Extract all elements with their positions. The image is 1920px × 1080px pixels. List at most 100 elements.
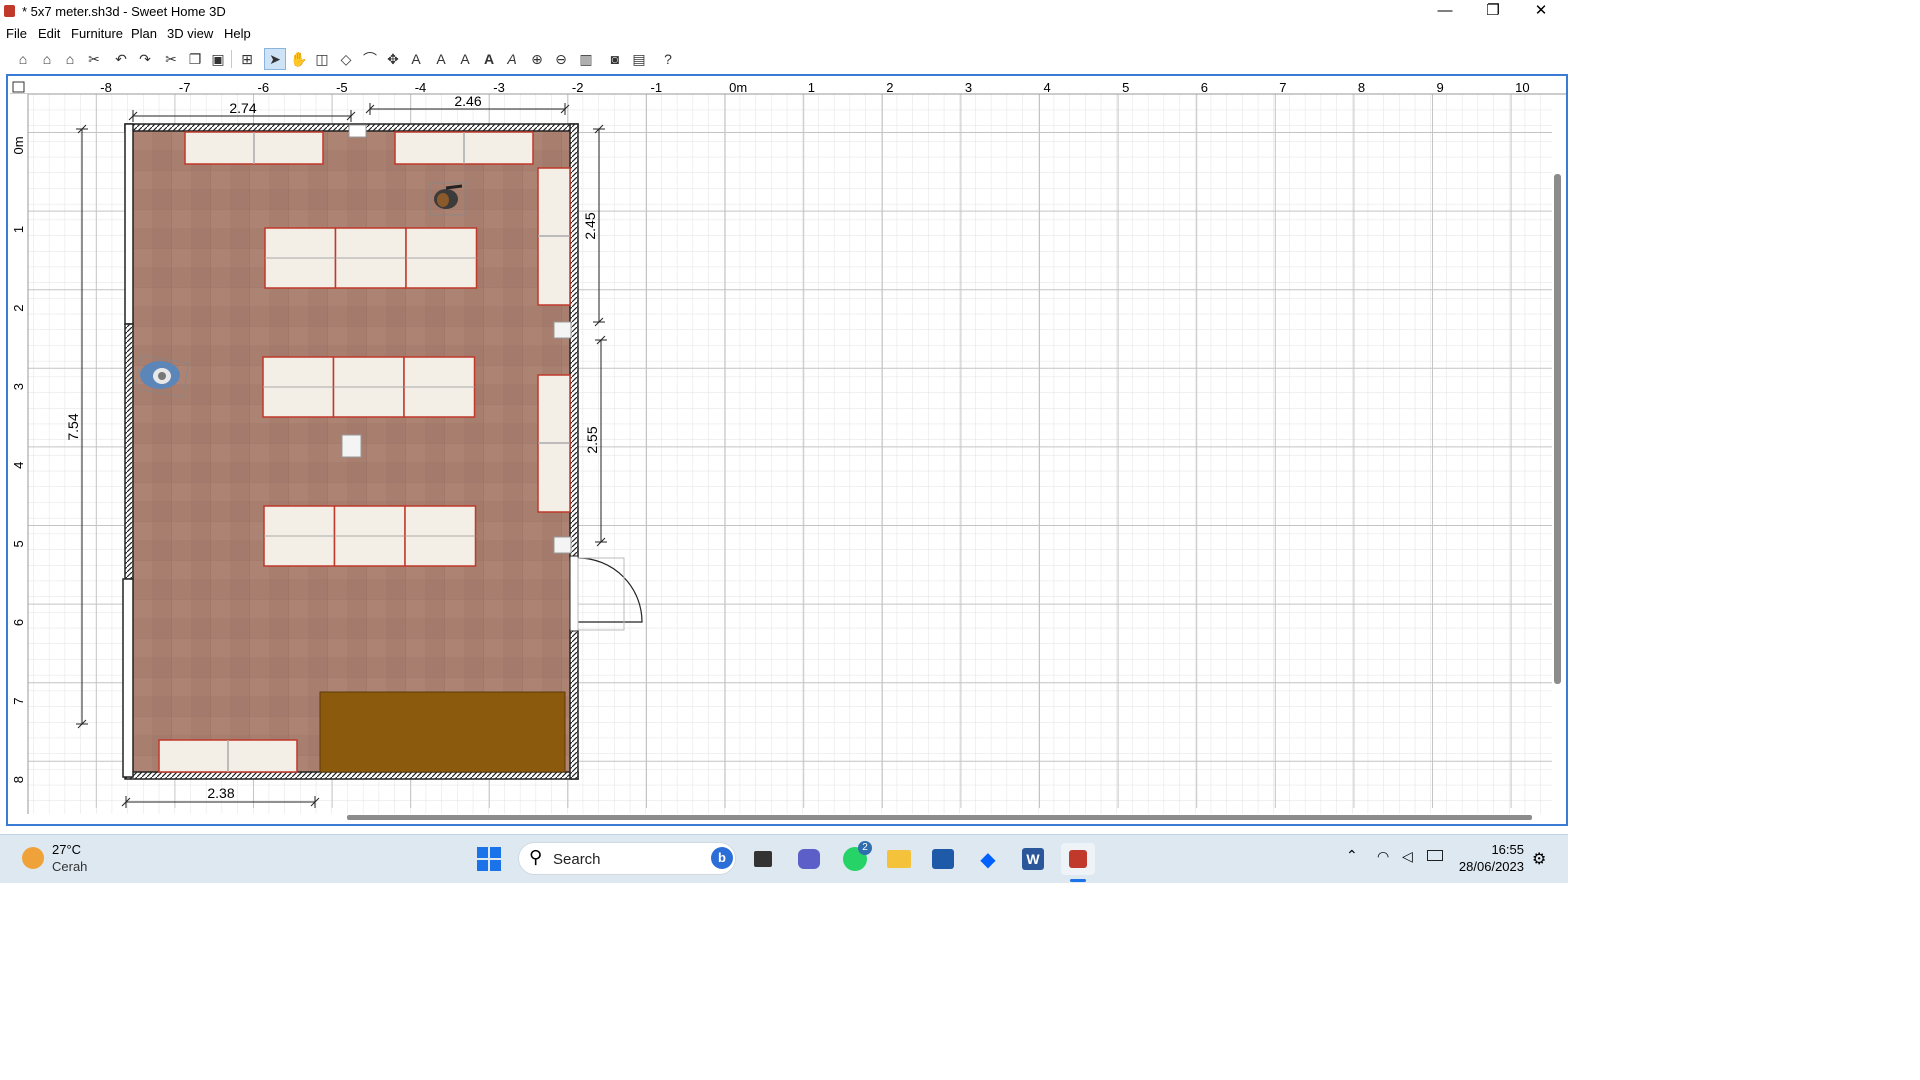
- ruler-y-label: 2: [11, 304, 26, 311]
- undo-icon[interactable]: ↶: [110, 48, 132, 70]
- maximize-button[interactable]: ❐: [1470, 0, 1516, 23]
- cut-icon[interactable]: ✂: [160, 48, 182, 70]
- create-polylines-icon[interactable]: ⌒: [359, 48, 381, 70]
- select-mode-icon[interactable]: ➤: [264, 48, 286, 70]
- pan-mode-icon[interactable]: ✋: [288, 48, 310, 70]
- bold-text-icon[interactable]: A: [478, 48, 500, 70]
- door-frame[interactable]: [569, 555, 579, 632]
- notification-icon[interactable]: ⚙: [1532, 849, 1546, 869]
- menu-edit[interactable]: Edit: [38, 26, 60, 41]
- small-box[interactable]: [553, 536, 572, 554]
- search-icon: ⚲: [529, 847, 543, 867]
- ruler-y-label: 7: [11, 697, 26, 704]
- ruler-x-label: 4: [1044, 80, 1051, 95]
- horizontal-ruler: [10, 78, 1566, 94]
- menu-plan[interactable]: Plan: [131, 26, 157, 41]
- volume-icon[interactable]: ◁: [1402, 848, 1413, 865]
- window-top[interactable]: [348, 124, 367, 138]
- ruler-y-label: 0m: [11, 136, 26, 154]
- ruler-y-label: 1: [11, 226, 26, 233]
- zoom-in-icon[interactable]: ⊕: [526, 48, 548, 70]
- cut-furniture-icon[interactable]: ✂: [83, 48, 105, 70]
- create-3d-view-icon[interactable]: ▥: [575, 48, 597, 70]
- dim-top-left: 2.74: [229, 100, 256, 116]
- create-labels-icon[interactable]: A: [405, 48, 427, 70]
- ruler-x-label: 2: [886, 80, 893, 95]
- decrease-text-icon[interactable]: A: [454, 48, 476, 70]
- start-icon[interactable]: [472, 843, 506, 875]
- cabinet[interactable]: [319, 691, 566, 773]
- taskbar: 27°C Cerah ⚲ Search b 2 ◆ W ⌃ ◠ ◁ 16:55 …: [0, 834, 1568, 883]
- ruler-x-label: -2: [572, 80, 584, 95]
- window-left-lower[interactable]: [122, 578, 134, 778]
- copy-icon[interactable]: ❐: [184, 48, 206, 70]
- chevron-up-icon[interactable]: ⌃: [1346, 847, 1358, 864]
- wall-left[interactable]: [124, 323, 134, 580]
- wall-bottom[interactable]: [124, 771, 579, 780]
- zoom-out-icon[interactable]: ⊖: [550, 48, 572, 70]
- ruler-y-label: 4: [11, 462, 26, 469]
- minimize-button[interactable]: —: [1422, 0, 1468, 23]
- ruler-x-label: -1: [651, 80, 663, 95]
- new-home-icon[interactable]: ⌂: [12, 48, 34, 70]
- menu-help[interactable]: Help: [224, 26, 251, 41]
- dropbox-icon[interactable]: ◆: [971, 843, 1005, 875]
- small-box[interactable]: [341, 434, 362, 458]
- ruler-x-label: 10: [1515, 80, 1529, 95]
- save-icon[interactable]: ⌂: [59, 48, 81, 70]
- menu-3d-view[interactable]: 3D view: [167, 26, 213, 41]
- create-photo-icon[interactable]: ◙: [604, 48, 626, 70]
- weather-temp[interactable]: 27°C: [52, 842, 81, 857]
- create-rooms-icon[interactable]: ◇: [335, 48, 357, 70]
- small-box[interactable]: [553, 321, 572, 339]
- search-placeholder: Search: [553, 851, 601, 868]
- battery-icon[interactable]: [1427, 850, 1443, 861]
- sweet-home-3d-icon[interactable]: [1061, 843, 1095, 875]
- dim-bottom: 2.38: [207, 785, 234, 801]
- plan-view[interactable]: -8 -7 -6 -5 -4 -3 -2 -1 0m 1 2 3 4 5 6 7 8 9 10 0m 1 2 3 4 5 6 7 8: [6, 74, 1568, 826]
- chat-icon[interactable]: [792, 843, 826, 875]
- toolbar-separator: [231, 50, 232, 68]
- ruler-x-label: 6: [1201, 80, 1208, 95]
- dim-right-lower: 2.55: [584, 426, 600, 453]
- menu-furniture[interactable]: Furniture: [71, 26, 123, 41]
- close-button[interactable]: ✕: [1518, 0, 1564, 23]
- create-walls-icon[interactable]: ◫: [311, 48, 333, 70]
- wifi-icon[interactable]: ◠: [1377, 848, 1389, 865]
- dim-right-upper: 2.45: [582, 212, 598, 239]
- wall-right-upper[interactable]: [569, 123, 579, 559]
- vertical-ruler: [10, 94, 28, 814]
- weather-desc[interactable]: Cerah: [52, 859, 87, 874]
- dim-top-right: 2.46: [454, 93, 481, 109]
- search-box[interactable]: ⚲ Search b: [518, 842, 736, 875]
- increase-text-icon[interactable]: A: [430, 48, 452, 70]
- italic-text-icon[interactable]: A: [501, 48, 523, 70]
- wall-right-lower[interactable]: [569, 629, 579, 780]
- whatsapp-icon[interactable]: 2: [838, 841, 872, 875]
- toolbar: ⌂ ⌂ ⌂ ✂ ↶ ↷ ✂ ❐ ▣ ⊞ ➤ ✋ ◫ ◇ ⌒ ✥ A A A A …: [0, 44, 1568, 74]
- window-left-upper[interactable]: [124, 123, 134, 325]
- vertical-scrollbar-thumb[interactable]: [1554, 174, 1561, 684]
- horizontal-scrollbar-thumb[interactable]: [347, 815, 1532, 820]
- create-dimensions-icon[interactable]: ✥: [382, 48, 404, 70]
- clock-time[interactable]: 16:55: [1470, 842, 1524, 857]
- menu-file[interactable]: File: [6, 26, 27, 41]
- menu-bar: File Edit Furniture Plan 3D view Help: [0, 23, 1568, 44]
- paste-icon[interactable]: ▣: [207, 48, 229, 70]
- create-video-icon[interactable]: ▤: [628, 48, 650, 70]
- ruler-x-label: -5: [336, 80, 348, 95]
- bing-icon[interactable]: b: [711, 847, 733, 869]
- help-icon[interactable]: ?: [657, 48, 679, 70]
- redo-icon[interactable]: ↷: [134, 48, 156, 70]
- task-view-icon[interactable]: [746, 843, 780, 875]
- ruler-x-label: 0m: [729, 80, 747, 95]
- file-explorer-icon[interactable]: [882, 843, 916, 875]
- clock-date[interactable]: 28/06/2023: [1458, 859, 1524, 874]
- open-icon[interactable]: ⌂: [36, 48, 58, 70]
- microsoft-store-icon[interactable]: [926, 843, 960, 875]
- add-furniture-icon[interactable]: ⊞: [236, 48, 258, 70]
- weather-icon[interactable]: [22, 847, 44, 869]
- word-icon[interactable]: W: [1016, 843, 1050, 875]
- ruler-x-label: -6: [258, 80, 270, 95]
- table-groups[interactable]: [262, 227, 478, 567]
